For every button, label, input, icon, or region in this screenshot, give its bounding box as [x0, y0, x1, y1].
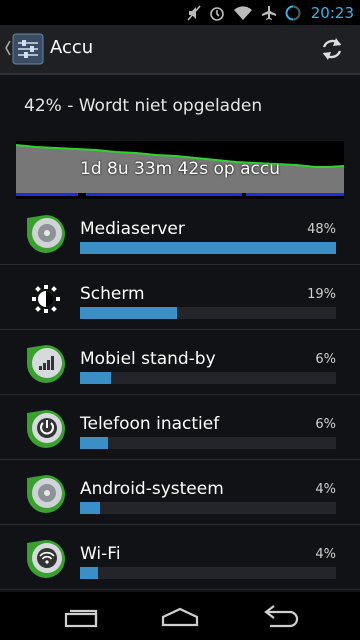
usage-name: Mediaserver — [80, 219, 185, 239]
cell-standby-icon — [27, 345, 65, 383]
list-item[interactable]: Android-systeem 4% — [0, 460, 360, 525]
usage-name: Scherm — [80, 284, 145, 304]
usage-bar — [80, 242, 336, 254]
home-icon[interactable] — [153, 604, 207, 628]
android-system-icon — [27, 475, 65, 513]
usage-list: Mediaserver 48% Scherm 19% Mobiel stand-… — [0, 200, 360, 590]
battery-content: 42% - Wordt niet opgeladen 1d 8u 33m 42s… — [0, 75, 360, 592]
battery-history-graph[interactable]: 1d 8u 33m 42s op accu — [16, 141, 344, 199]
mute-icon — [187, 4, 201, 21]
settings-app-icon[interactable] — [12, 33, 44, 65]
airplane-icon — [261, 5, 276, 20]
usage-percent: 6% — [315, 417, 336, 432]
battery-status-text: 42% - Wordt niet opgeladen — [24, 96, 263, 116]
list-item[interactable]: Wi-Fi 4% — [0, 525, 360, 590]
usage-name: Telefoon inactief — [80, 414, 220, 434]
usage-bar-fill — [80, 437, 109, 449]
action-bar: Accu — [0, 25, 360, 75]
usage-name: Mobiel stand-by — [80, 349, 216, 369]
usage-bar-fill — [80, 372, 111, 384]
usage-percent: 4% — [315, 547, 336, 562]
usage-bar — [80, 307, 336, 319]
usage-percent: 48% — [307, 222, 336, 237]
refresh-icon[interactable] — [318, 35, 346, 63]
clock: 20:23 — [310, 3, 354, 22]
battery-icon — [285, 5, 301, 20]
usage-bar — [80, 502, 336, 514]
wifi-icon — [233, 5, 252, 20]
mediaserver-icon — [27, 215, 65, 253]
usage-percent: 4% — [315, 482, 336, 497]
usage-bar-fill — [80, 242, 336, 254]
status-icons: 20:23 — [187, 2, 354, 23]
list-item[interactable]: Mobiel stand-by 6% — [0, 330, 360, 395]
alarm-icon — [209, 6, 224, 21]
usage-percent: 19% — [307, 287, 336, 302]
navigation-bar — [0, 592, 360, 640]
usage-percent: 6% — [315, 352, 336, 367]
usage-name: Wi-Fi — [80, 544, 121, 564]
screen-title: Accu — [50, 37, 94, 58]
wifi-icon — [27, 540, 65, 578]
usage-bar-fill — [80, 502, 101, 514]
back-icon[interactable] — [254, 604, 308, 628]
list-item[interactable]: Telefoon inactief 6% — [0, 395, 360, 460]
usage-bar — [80, 437, 336, 449]
graph-label: 1d 8u 33m 42s op accu — [80, 159, 280, 179]
status-bar: 20:23 — [0, 0, 360, 25]
recents-icon[interactable] — [54, 604, 108, 628]
up-caret-icon[interactable] — [4, 39, 12, 57]
usage-bar-fill — [80, 307, 178, 319]
screen-brightness-icon — [32, 285, 60, 313]
list-item[interactable]: Mediaserver 48% — [0, 200, 360, 265]
usage-bar-fill — [80, 567, 98, 579]
list-item[interactable]: Scherm 19% — [0, 265, 360, 330]
usage-bar — [80, 372, 336, 384]
usage-bar — [80, 567, 336, 579]
usage-name: Android-systeem — [80, 479, 224, 499]
power-icon — [27, 410, 65, 448]
